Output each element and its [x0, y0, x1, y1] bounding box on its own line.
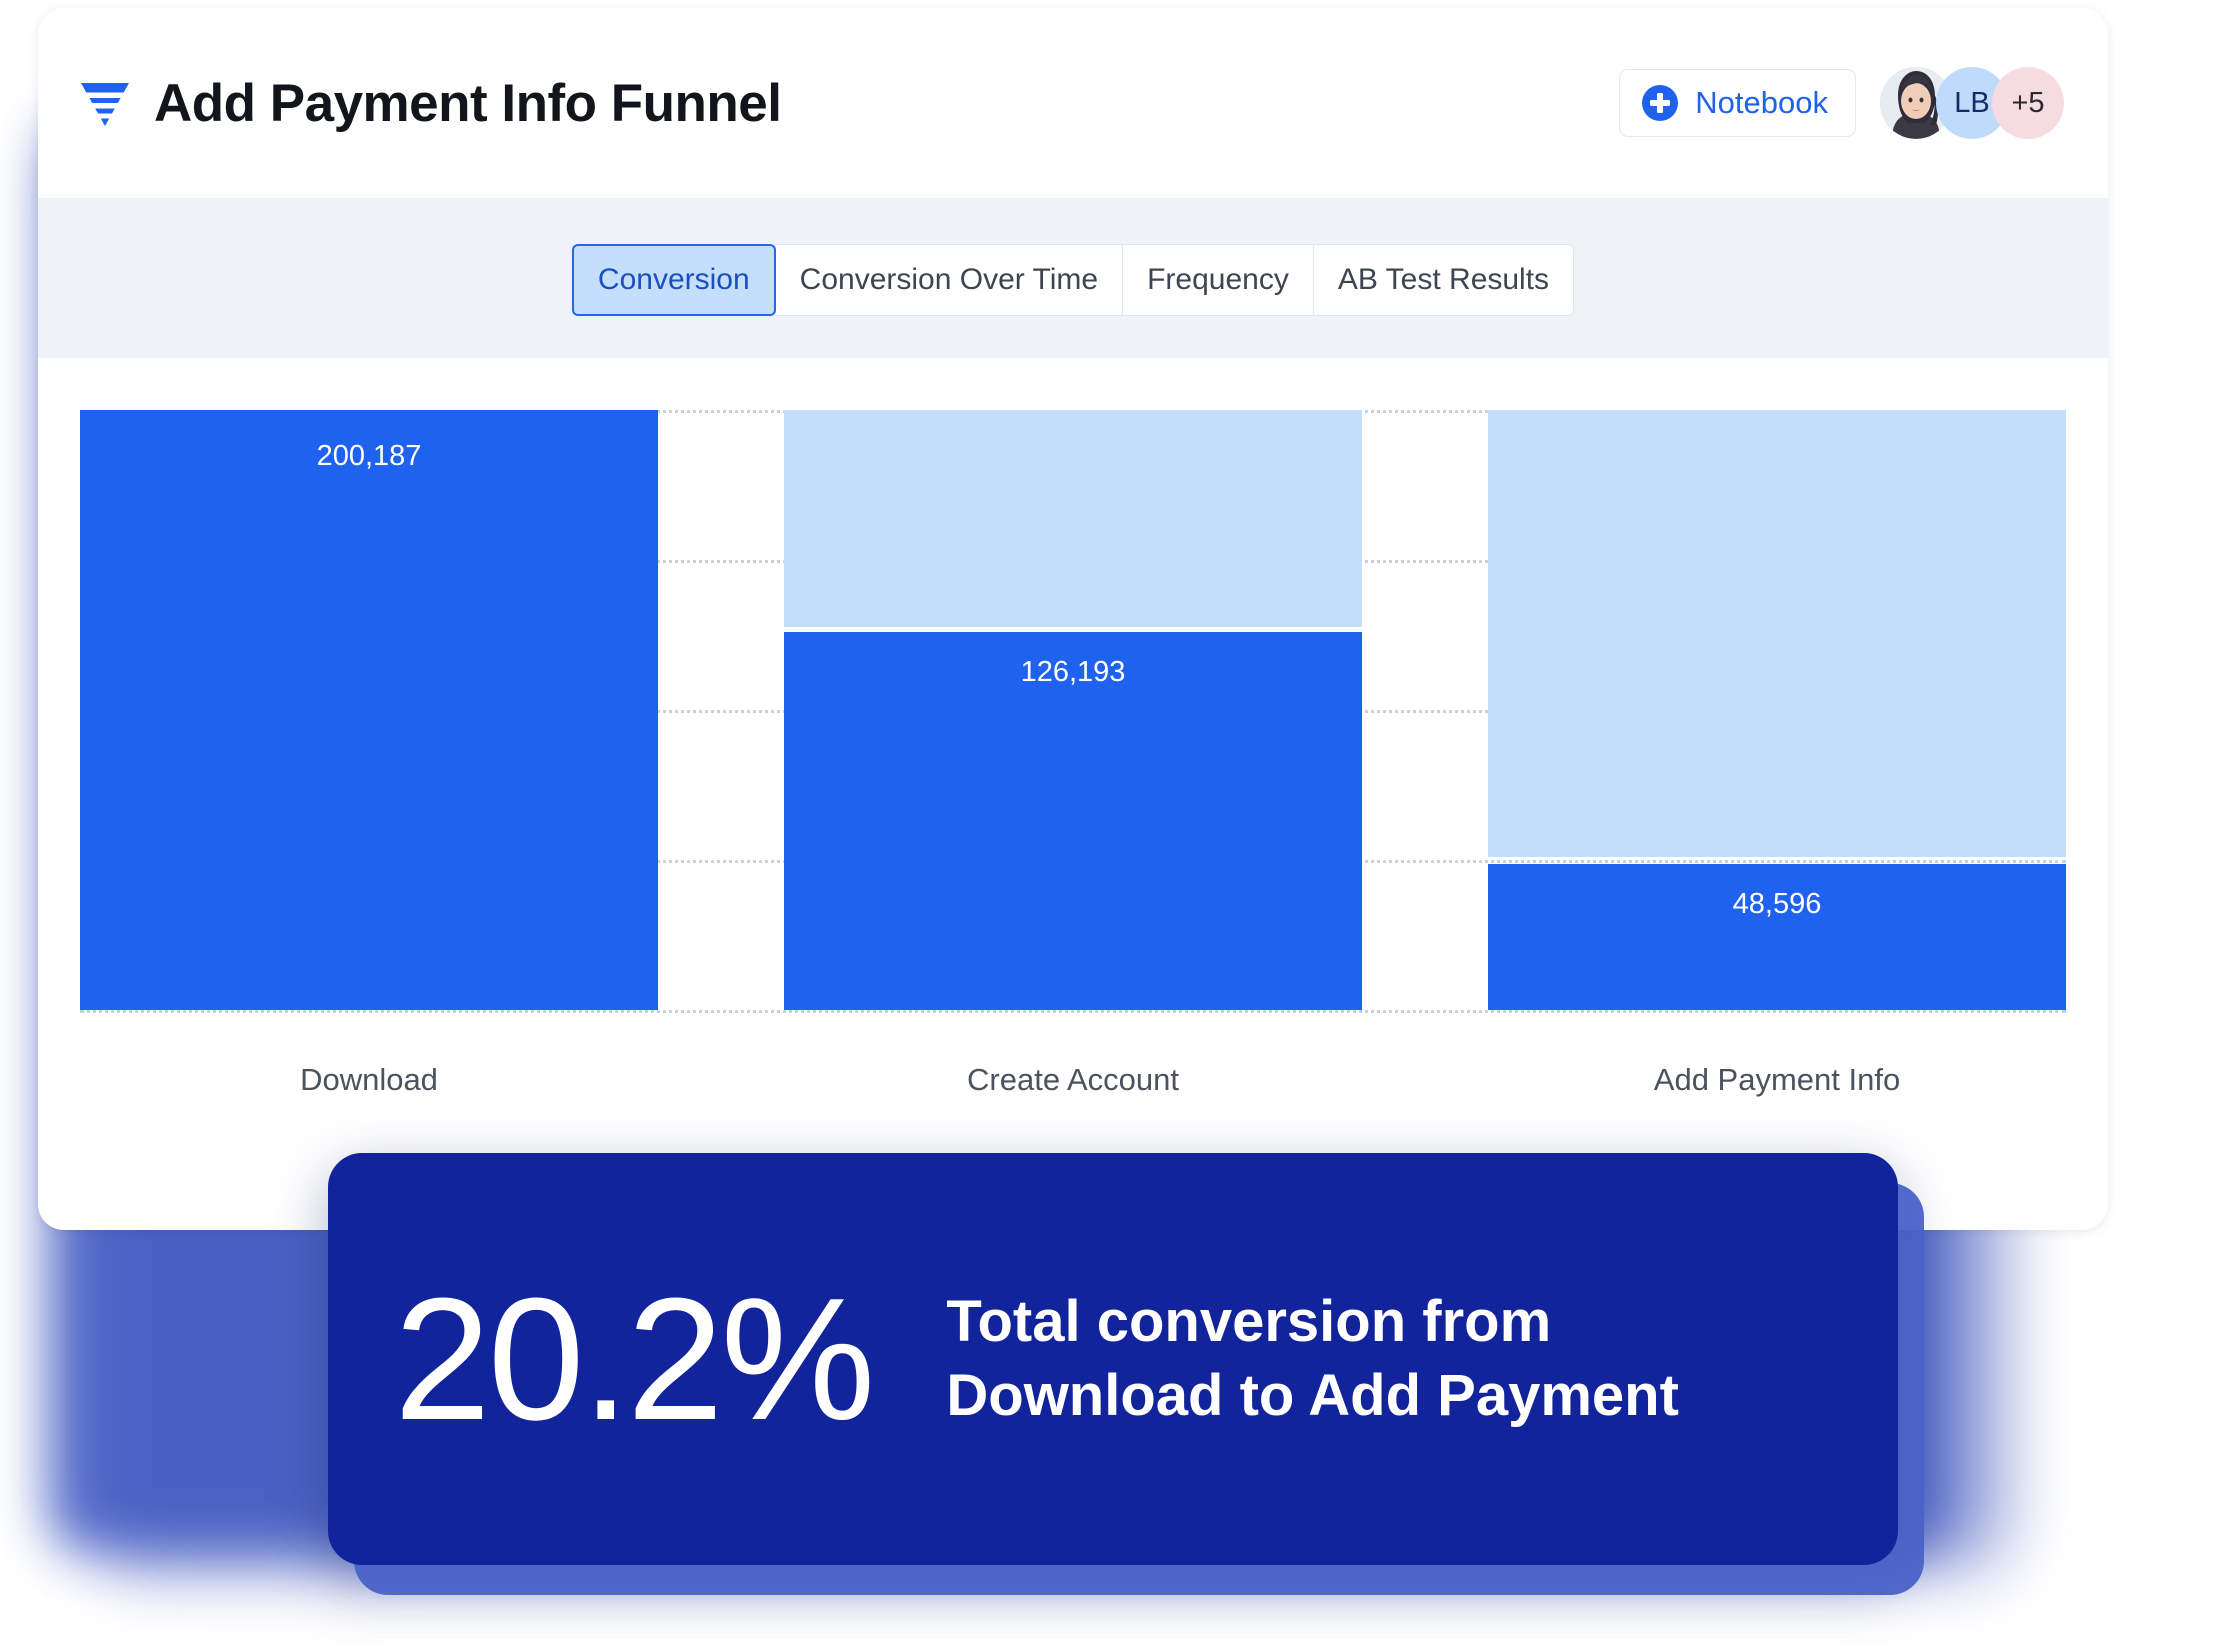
avatar-overflow-count[interactable]: +5 — [1992, 67, 2064, 139]
bar-column-download[interactable]: 200,187 — [80, 410, 658, 1010]
bar-remainder-segment — [1488, 410, 2066, 857]
bar-value-segment: 48,596 — [1488, 864, 2066, 1010]
titlebar-left: Add Payment Info Funnel — [78, 73, 1619, 134]
tab-frequency-label: Frequency — [1147, 263, 1289, 296]
window-body: Conversion Conversion Over Time Frequenc… — [38, 199, 2108, 1230]
plus-circle-icon — [1642, 85, 1679, 121]
bar-value-segment: 126,193 — [784, 632, 1362, 1010]
bar-column-create-account[interactable]: 126,193 — [784, 410, 1362, 1010]
gridline — [80, 1010, 2066, 1013]
notebook-button-label: Notebook — [1695, 85, 1828, 120]
x-axis-label-download: Download — [300, 1062, 438, 1097]
bar-remainder-segment — [784, 410, 1362, 628]
tab-ab-test-results-label: AB Test Results — [1337, 263, 1550, 296]
funnel-chart-card: 200,187 126,193 48,596 Download Create A… — [38, 358, 2108, 1230]
tab-conversion-over-time[interactable]: Conversion Over Time — [775, 244, 1124, 316]
x-axis-labels: Download Create Account Add Payment Info — [80, 1062, 2066, 1098]
conversion-callout-card: 20.2% Total conversion from Download to … — [328, 1153, 1898, 1565]
funnel-chart-plot: 200,187 126,193 48,596 — [80, 410, 2066, 1013]
callout-percent: 20.2% — [394, 1261, 875, 1456]
page-title: Add Payment Info Funnel — [154, 73, 782, 133]
avatar-initials-label: LB — [1954, 86, 1990, 119]
tab-ab-test-results[interactable]: AB Test Results — [1313, 244, 1575, 316]
bar-group: 200,187 126,193 48,596 — [80, 410, 2066, 1010]
tab-conversion-over-time-label: Conversion Over Time — [799, 263, 1099, 296]
screenshot-stage: Add Payment Info Funnel Notebook LB +5 C… — [0, 0, 2232, 1647]
tab-bar: Conversion Conversion Over Time Frequenc… — [571, 244, 1575, 316]
x-axis-label-add-payment-info: Add Payment Info — [1653, 1062, 1901, 1097]
bar-column-add-payment-info[interactable]: 48,596 — [1488, 410, 2066, 1010]
tab-frequency[interactable]: Frequency — [1123, 244, 1314, 316]
titlebar-right: Notebook LB +5 — [1619, 67, 2064, 139]
tab-conversion-label: Conversion — [597, 263, 750, 296]
tab-conversion[interactable]: Conversion — [571, 244, 776, 316]
x-axis-label-create-account: Create Account — [967, 1062, 1179, 1097]
notebook-button[interactable]: Notebook — [1619, 69, 1856, 137]
titlebar: Add Payment Info Funnel Notebook LB +5 — [38, 8, 2108, 199]
bar-value-segment: 200,187 — [80, 410, 658, 1010]
app-window: Add Payment Info Funnel Notebook LB +5 C… — [38, 8, 2108, 1230]
callout-description: Total conversion from Download to Add Pa… — [946, 1288, 1679, 1428]
avatar-group: LB +5 — [1880, 67, 2064, 139]
funnel-icon — [78, 76, 132, 130]
avatar-overflow-label: +5 — [2011, 86, 2045, 119]
